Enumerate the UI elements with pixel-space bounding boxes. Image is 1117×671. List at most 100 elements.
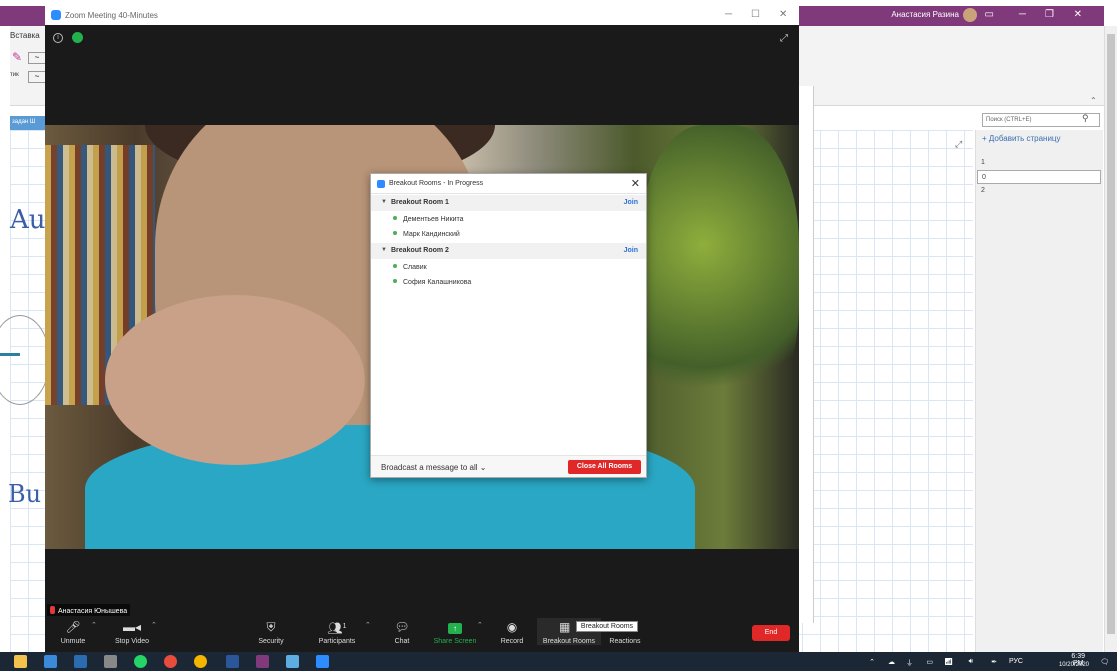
word-icon[interactable] [226,655,239,668]
add-page-button[interactable]: + Добавить страницу [982,134,1061,143]
onenote-user-name[interactable]: Анастасия Разина [891,10,959,19]
volume-icon[interactable]: 🔊︎ [969,658,973,666]
breakout-room-row[interactable]: ▼ Breakout Room 2 Join [371,243,646,259]
broadcast-message-button[interactable]: Broadcast a message to all ⌄ [381,463,486,472]
member-name: Славик [403,264,427,271]
add-page-label: Добавить страницу [988,134,1061,143]
page-item[interactable]: 2 [977,184,1101,198]
pen-style-icon[interactable]: ~ [28,52,46,64]
restore-icon[interactable]: ❐ [1045,9,1054,20]
ribbon-display-icon[interactable]: ▭ [985,9,994,20]
chrome-icon[interactable] [194,655,207,668]
minimize-icon[interactable]: ─ [1019,9,1026,20]
record-icon: ◉ [506,620,518,634]
file-explorer-icon[interactable] [14,655,27,668]
close-icon[interactable]: ✕ [1074,9,1082,20]
drop-icon[interactable] [286,655,299,668]
room-member: Славик [393,264,427,271]
background-window-edge [799,86,814,623]
mail-icon[interactable] [74,655,87,668]
tool-icon[interactable] [104,655,117,668]
breakout-rooms-label: Breakout Rooms [542,638,596,645]
chevron-up-icon[interactable]: ⌃ [91,621,97,629]
page-item[interactable]: 1 [977,156,1101,170]
page-item[interactable]: 0 [977,170,1101,184]
chevron-up-icon[interactable]: ⌃ [1090,96,1097,105]
maximize-icon[interactable]: ☐ [751,9,760,20]
join-room-button[interactable]: Join [624,247,638,254]
handwriting-text: Bu [8,480,42,508]
info-icon[interactable]: i [53,33,63,43]
chat-button[interactable]: 💬︎ Chat [387,618,417,645]
room-name: Breakout Room 1 [391,199,449,206]
share-screen-button[interactable]: ↑ Share Screen [431,618,479,645]
stop-video-button[interactable]: ▬◂ Stop Video [111,618,153,645]
usb-icon[interactable]: ⏚ [906,658,913,668]
member-name: Марк Кандинский [403,231,460,238]
room-member: Марк Кандинский [393,231,460,238]
collapse-triangle-icon[interactable]: ▼ [381,247,387,253]
chevron-down-icon: ⌄ [479,463,487,472]
close-all-rooms-button[interactable]: Close All Rooms [568,460,641,474]
avatar[interactable] [963,8,977,22]
store-icon[interactable] [44,655,57,668]
share-screen-icon-wrap: ↑ [431,618,479,636]
clock-date[interactable]: 10/20/2020 [1059,662,1089,668]
reactions-label: Reactions [609,638,641,645]
video-camera-icon: ▬◂ [122,620,142,634]
cloud-icon[interactable]: ☁ [888,658,895,666]
pen-icon[interactable]: ✎ [12,50,22,64]
share-screen-label: Share Screen [433,638,477,645]
zoom-icon[interactable] [316,655,329,668]
pen-icon[interactable]: ✒ [991,658,997,666]
search-icon[interactable]: ⚲ [1082,113,1089,124]
app-icon[interactable] [164,655,177,668]
status-dot-icon [393,264,397,268]
notifications-icon[interactable]: 🗨︎ [1100,658,1109,666]
fullscreen-icon[interactable]: ⤢ [780,33,788,44]
join-room-button[interactable]: Join [624,199,638,206]
chevron-up-icon[interactable]: ⌃ [151,621,157,629]
ribbon-tab-insert[interactable]: Вставка [10,31,40,40]
dialog-footer: Broadcast a message to all ⌄ Close All R… [371,455,646,477]
share-screen-icon: ↑ [448,623,462,634]
scrollbar[interactable] [1104,26,1117,652]
zoom-window-title: Zoom Meeting 40-Minutes [65,11,158,20]
breakout-room-row[interactable]: ▼ Breakout Room 1 Join [371,195,646,211]
member-name: София Калашникова [403,279,472,286]
breakout-rooms-dialog: Breakout Rooms - In Progress ✕ ▼ Breakou… [370,173,647,478]
encryption-shield-icon[interactable] [72,32,83,43]
chevron-up-icon[interactable]: ⌃ [365,621,371,629]
unmute-button[interactable]: 🎤︎ Unmute [57,618,89,645]
room-member: Дементьев Никита [393,216,464,223]
language-indicator[interactable]: РУС [1009,658,1023,665]
security-label: Security [258,638,284,645]
mic-muted-icon: 🎤︎ [65,620,81,634]
battery-icon[interactable]: ▭ [926,658,933,666]
section-tab[interactable]: задан Ш [10,116,46,130]
stop-video-label: Stop Video [114,638,150,645]
participants-button[interactable]: 👥︎1 Participants [315,618,359,645]
onenote-icon[interactable] [256,655,269,668]
close-icon[interactable]: ✕ [631,177,640,190]
pen-style-icon[interactable]: ~ [28,71,46,83]
participants-count: 1 [342,623,347,630]
dialog-header: Breakout Rooms - In Progress ✕ [371,174,646,194]
scrollbar-thumb[interactable] [1107,34,1115,634]
zoom-logo-icon [51,10,61,20]
expand-icon[interactable]: ⤢ [955,139,962,150]
end-meeting-button[interactable]: End [752,625,790,641]
whatsapp-icon[interactable] [134,655,147,668]
windows-taskbar: ⌃ ☁ ⏚ ▭ 📶︎ 🔊︎ ✒ РУС 6:39 PM 10/20/2020 🗨… [0,652,1117,671]
status-dot-icon [393,231,397,235]
record-button[interactable]: ◉ Record [497,618,527,645]
collapse-triangle-icon[interactable]: ▼ [381,199,387,205]
chevron-up-icon[interactable]: ⌃ [869,658,875,666]
security-button[interactable]: ⛨ Security [253,618,289,645]
dialog-title: Breakout Rooms - In Progress [389,180,484,187]
network-icon[interactable]: 📶︎ [944,658,953,666]
chevron-up-icon[interactable]: ⌃ [477,621,483,629]
participant-name: Анастасия Юнышева [58,608,128,615]
close-icon[interactable]: ✕ [779,9,787,20]
minimize-icon[interactable]: ─ [725,9,732,20]
